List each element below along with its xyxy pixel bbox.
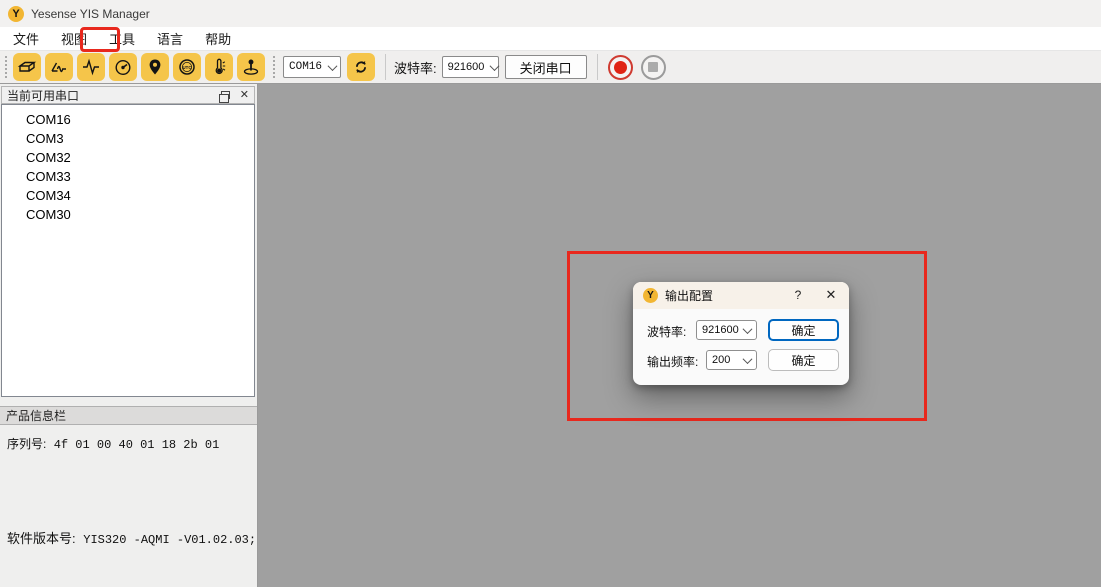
baud-rate-label: 波特率: — [394, 58, 437, 77]
toolbar: UTC COM16 — [0, 51, 1101, 84]
baud-rate-value: 921600 — [448, 61, 485, 73]
undock-icon[interactable] — [221, 91, 230, 99]
dialog-title: 输出配置 — [665, 287, 713, 304]
pendulum-icon[interactable] — [237, 53, 265, 81]
port-select-value: COM16 — [289, 61, 322, 73]
dock-header: 当前可用串口 ✕ — [1, 86, 255, 104]
software-version-row: 软件版本号: YIS320 -AQMI -V01.02.03; — [7, 528, 256, 547]
list-item-port[interactable]: COM32 — [2, 148, 254, 167]
baud-rate-select[interactable]: 921600 — [442, 56, 499, 78]
app-window: Y Yesense YIS Manager 文件 视图 工具 语言 帮助 — [0, 0, 1101, 587]
dialog-help-button[interactable]: ? — [789, 286, 807, 304]
location-pin-icon[interactable] — [141, 53, 169, 81]
utc-clock-icon[interactable]: UTC — [173, 53, 201, 81]
dialog-baud-value: 921600 — [702, 324, 739, 336]
list-item-port[interactable]: COM30 — [2, 205, 254, 224]
menu-help[interactable]: 帮助 — [194, 27, 242, 50]
serial-number-label: 序列号: — [7, 437, 46, 451]
thermometer-icon[interactable] — [205, 53, 233, 81]
dialog-app-icon: Y — [643, 288, 658, 303]
close-icon[interactable]: ✕ — [240, 90, 249, 101]
record-icon — [614, 61, 627, 74]
serial-port-list: COM16 COM3 COM32 COM33 COM34 COM30 — [1, 104, 255, 397]
menu-bar: 文件 视图 工具 语言 帮助 — [0, 27, 1101, 51]
refresh-icon[interactable] — [347, 53, 375, 81]
title-bar: Y Yesense YIS Manager — [0, 0, 1101, 27]
serial-number-value: 4f 01 00 40 01 18 2b 01 — [54, 438, 220, 452]
attitude-wave-icon[interactable] — [45, 53, 73, 81]
menu-file[interactable]: 文件 — [2, 27, 50, 50]
chevron-down-icon — [490, 61, 500, 71]
list-item-port[interactable]: COM34 — [2, 186, 254, 205]
window-title: Yesense YIS Manager — [31, 7, 150, 21]
chevron-down-icon — [328, 61, 338, 71]
menu-tools[interactable]: 工具 — [98, 27, 146, 50]
list-item-port[interactable]: COM16 — [2, 110, 254, 129]
raw-wave-icon[interactable] — [77, 53, 105, 81]
dialog-output-rate-select[interactable]: 200 — [706, 350, 757, 370]
menu-view[interactable]: 视图 — [50, 27, 98, 50]
product-info-header: 产品信息栏 — [0, 406, 257, 425]
baud-rate-config-row: 波特率: 921600 确定 — [647, 320, 686, 342]
output-rate-confirm-button[interactable]: 确定 — [768, 349, 839, 371]
dock-title: 当前可用串口 — [7, 87, 211, 104]
toolbar-separator — [385, 54, 386, 80]
record-button[interactable] — [608, 55, 633, 80]
menu-language[interactable]: 语言 — [146, 27, 194, 50]
chevron-down-icon — [743, 324, 753, 334]
output-rate-config-row: 输出频率: 200 确定 — [647, 350, 698, 372]
svg-text:UTC: UTC — [182, 65, 192, 70]
port-select[interactable]: COM16 — [283, 56, 341, 78]
stop-icon — [648, 62, 658, 72]
dialog-title-bar: Y 输出配置 ? ✕ — [633, 282, 849, 309]
output-config-dialog: Y 输出配置 ? ✕ 波特率: 921600 确定 输出频率: 20 — [633, 282, 849, 385]
gauge-icon[interactable] — [109, 53, 137, 81]
dialog-output-rate-value: 200 — [712, 354, 730, 366]
baud-confirm-button[interactable]: 确定 — [768, 319, 839, 341]
software-version-label: 软件版本号: — [7, 531, 76, 546]
close-serial-port-button[interactable]: 关闭串口 — [505, 55, 587, 79]
chevron-down-icon — [743, 354, 753, 364]
cube-3d-icon[interactable] — [13, 53, 41, 81]
app-logo-icon: Y — [8, 6, 24, 22]
dialog-baud-select[interactable]: 921600 — [696, 320, 757, 340]
toolbar-separator — [597, 54, 598, 80]
toolbar-grip[interactable] — [4, 55, 9, 79]
serial-port-dock-panel: 当前可用串口 ✕ COM16 COM3 COM32 COM33 COM34 CO… — [0, 84, 258, 587]
software-version-value: YIS320 -AQMI -V01.02.03; — [83, 533, 256, 547]
stop-button[interactable] — [641, 55, 666, 80]
list-item-port[interactable]: COM3 — [2, 129, 254, 148]
toolbar-grip[interactable] — [272, 55, 277, 79]
serial-number-row: 序列号: 4f 01 00 40 01 18 2b 01 — [7, 435, 219, 452]
list-item-port[interactable]: COM33 — [2, 167, 254, 186]
dialog-output-rate-label: 输出频率: — [647, 353, 698, 370]
dialog-baud-label: 波特率: — [647, 323, 686, 340]
workspace-area: Y 输出配置 ? ✕ 波特率: 921600 确定 输出频率: 20 — [258, 84, 1101, 587]
dialog-close-button[interactable]: ✕ — [821, 286, 841, 304]
